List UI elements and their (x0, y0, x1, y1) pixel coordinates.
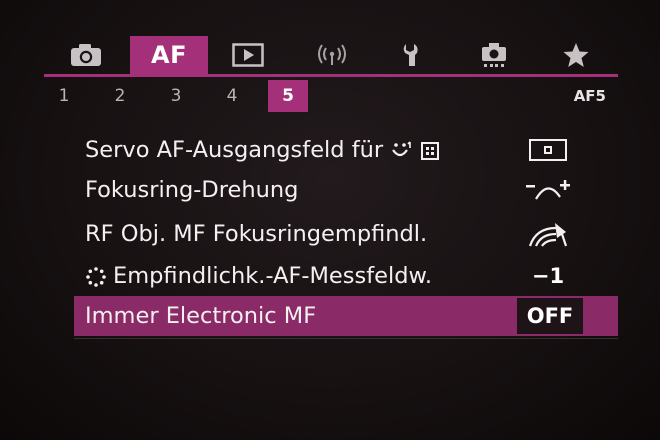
tab-underline (44, 74, 618, 77)
menu-item-servo-af-start[interactable]: Servo AF-Ausgangsfeld für (74, 130, 618, 170)
menu-item-label: Immer Electronic MF (85, 303, 317, 329)
page-4[interactable]: 4 (212, 80, 252, 112)
page-5[interactable]: 5 (268, 80, 308, 112)
menu-item-label: Servo AF-Ausgangsfeld für (85, 137, 450, 163)
custom-functions-icon (482, 43, 506, 67)
menu-tab-bar: AF (44, 36, 618, 78)
subpage-row: 1 2 3 4 5 AF5 (44, 80, 618, 114)
focus-ring-direction-icon (526, 180, 570, 200)
menu-item-value (516, 130, 580, 170)
tab-shooting[interactable] (54, 36, 118, 74)
tab-playback[interactable] (216, 36, 280, 74)
page-3[interactable]: 3 (156, 80, 196, 112)
wireless-icon (318, 44, 346, 65)
menu-item-rf-focus-ring-sensitivity[interactable]: RF Obj. MF Fokusringempfindl. (74, 214, 618, 254)
tab-wireless[interactable] (300, 36, 364, 74)
camera-icon (71, 44, 101, 66)
menu-item-value: OFF (517, 298, 583, 334)
tab-af-label: AF (151, 41, 187, 69)
menu-item-label: Empfindlichk.-AF-Messfeldw. (85, 263, 432, 289)
tab-custom-functions[interactable] (462, 36, 526, 74)
menu-item-value (516, 170, 580, 210)
menu-item-label: RF Obj. MF Fokusringempfindl. (85, 221, 428, 247)
tab-setup[interactable] (380, 36, 444, 74)
menu-item-focus-ring-rotation[interactable]: Fokusring-Drehung (74, 170, 618, 210)
page-1[interactable]: 1 (44, 80, 84, 112)
menu-divider (74, 338, 618, 339)
sensitivity-dots-icon (86, 266, 106, 287)
menu-item-always-electronic-mf[interactable]: Immer Electronic MF OFF (74, 296, 618, 336)
page-2[interactable]: 2 (100, 80, 140, 112)
menu-item-af-area-sensitivity[interactable]: Empfindlichk.-AF-Messfeldw. −1 (74, 256, 618, 296)
menu-item-value: −1 (516, 256, 580, 296)
tab-my-menu[interactable] (544, 36, 608, 74)
page-code: AF5 (573, 87, 606, 105)
wrench-icon (403, 44, 418, 66)
menu-item-value (516, 214, 580, 254)
servo-af-label-text: Servo AF-Ausgangsfeld für (85, 137, 384, 163)
af-area-sensitivity-text: Empfindlichk.-AF-Messfeldw. (113, 263, 433, 289)
af-point-frame-icon (529, 139, 567, 161)
camera-menu-screen: AF 1 2 3 4 5 AF5 Servo AF-Ausgangsfeld f… (0, 0, 660, 440)
electronic-mf-value: OFF (526, 304, 574, 328)
sensitivity-value: −1 (531, 264, 565, 288)
star-icon (563, 43, 589, 67)
focus-ring-sensitivity-icon (528, 223, 568, 247)
playback-icon (232, 43, 264, 67)
face-tracking-icon (392, 140, 440, 160)
tab-af[interactable]: AF (130, 36, 208, 74)
menu-item-label: Fokusring-Drehung (85, 177, 299, 203)
